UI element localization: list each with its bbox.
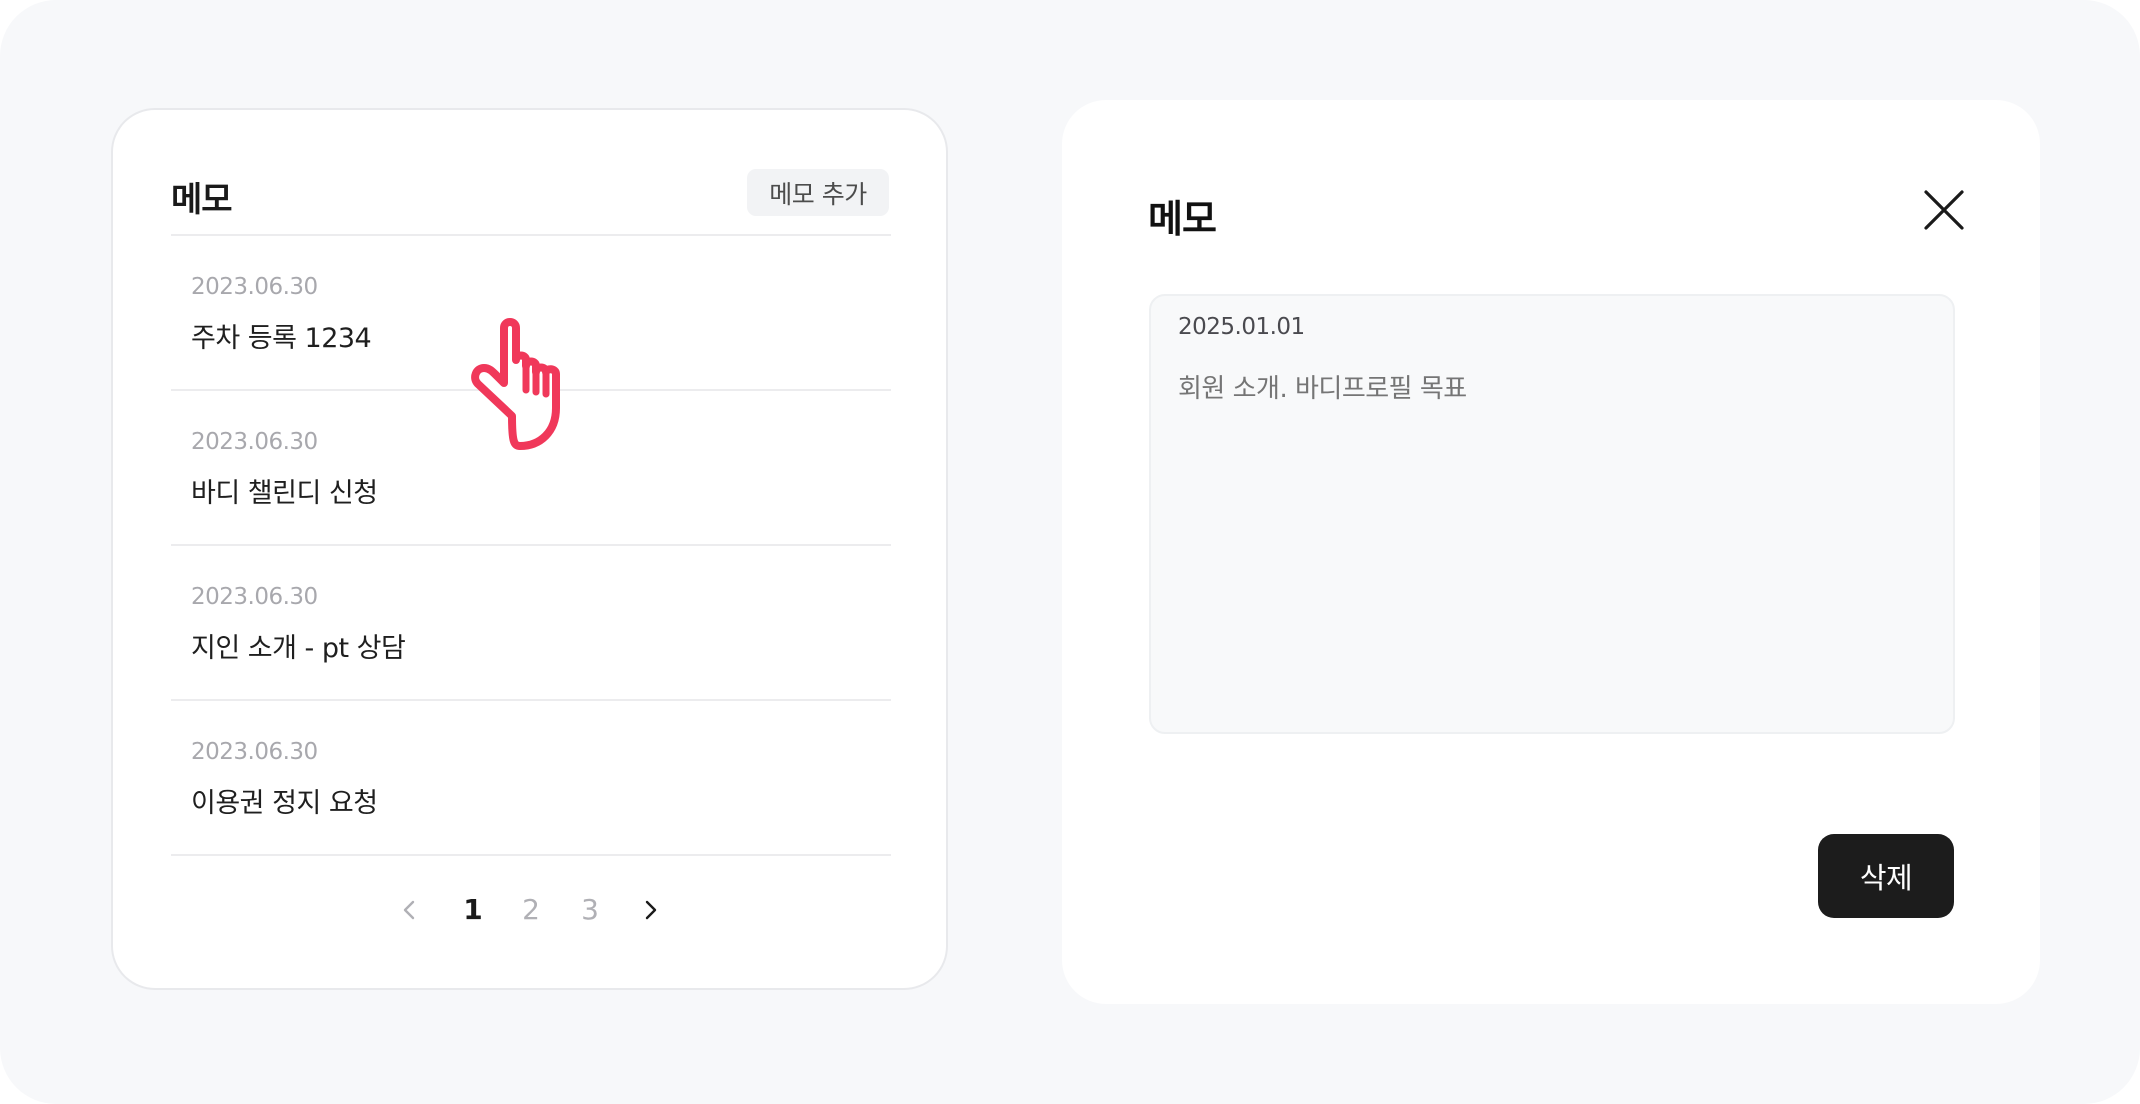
chevron-left-icon [403, 900, 415, 920]
memo-list-card: 메모 메모 추가 2023.06.30 주차 등록 1234 2023.06.3… [111, 108, 948, 990]
hand-pointer-icon [471, 318, 560, 450]
pagination-next-button[interactable] [630, 885, 670, 935]
pagination-page-3[interactable]: 3 [570, 885, 610, 935]
memo-list-title: 메모 [171, 180, 233, 220]
memo-item-text: 주차 등록 1234 [191, 323, 372, 354]
memo-content-box: 2025.01.01 [1149, 294, 1955, 734]
memo-list-item[interactable]: 2023.06.30 지인 소개 - pt 상담 [171, 544, 891, 699]
memo-item-date: 2023.06.30 [191, 274, 318, 300]
memo-item-date: 2023.06.30 [191, 429, 318, 455]
close-button[interactable] [1912, 178, 1976, 242]
memo-content-textarea[interactable] [1178, 368, 1918, 708]
memo-list-item[interactable]: 2023.06.30 이용권 정지 요청 [171, 699, 891, 856]
chevron-right-icon [645, 900, 657, 920]
pagination-prev-button[interactable] [390, 885, 430, 935]
memo-detail-title: 메모 [1148, 197, 1217, 241]
canvas-background: 메모 메모 추가 2023.06.30 주차 등록 1234 2023.06.3… [0, 0, 2140, 1104]
memo-item-text: 바디 챌린디 신청 [191, 478, 378, 509]
memo-item-text: 지인 소개 - pt 상담 [191, 633, 406, 664]
memo-item-date: 2023.06.30 [191, 584, 318, 610]
memo-detail-date: 2025.01.01 [1178, 314, 1305, 340]
add-memo-button[interactable]: 메모 추가 [747, 169, 889, 216]
close-icon [1924, 190, 1964, 230]
pagination-page-2[interactable]: 2 [511, 885, 551, 935]
pagination: 1 2 3 [113, 885, 946, 935]
pagination-page-1[interactable]: 1 [453, 885, 493, 935]
memo-detail-card: 메모 2025.01.01 삭제 [1062, 100, 2040, 1004]
delete-button[interactable]: 삭제 [1818, 834, 1954, 918]
memo-item-date: 2023.06.30 [191, 739, 318, 765]
memo-item-text: 이용권 정지 요청 [191, 788, 378, 819]
